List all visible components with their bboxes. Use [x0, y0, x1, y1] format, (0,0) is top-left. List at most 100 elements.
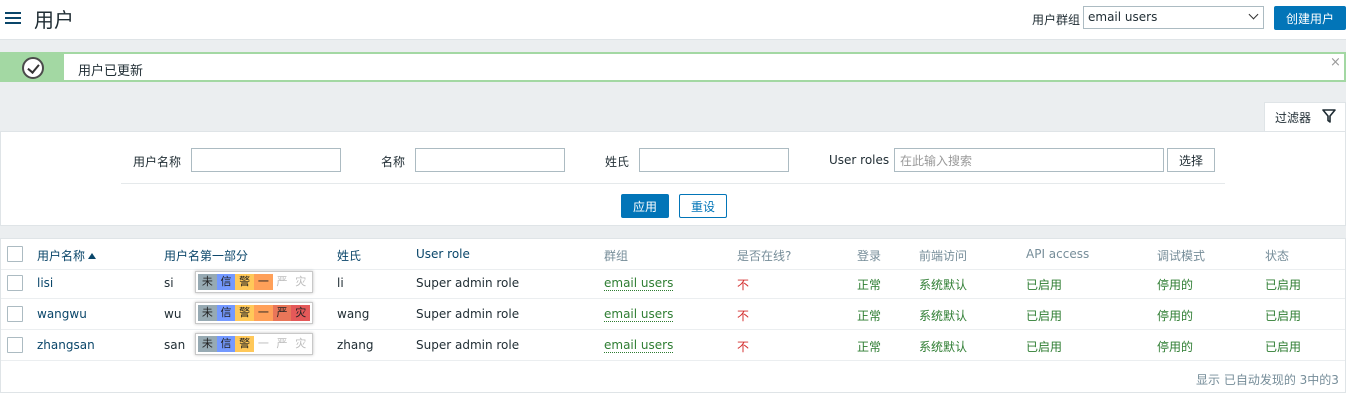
chevron-down-icon	[1248, 9, 1259, 20]
success-message: 用户已更新 ×	[0, 52, 1346, 82]
apply-button[interactable]: 应用	[621, 194, 669, 218]
severity-indicator: 未信警一严灾	[195, 302, 313, 324]
reset-button[interactable]: 重设	[679, 194, 727, 218]
online-status: 不	[737, 340, 750, 354]
filter-divider	[121, 183, 1225, 184]
surname-filter-input[interactable]	[639, 148, 789, 172]
user-role-text: Super admin role	[416, 338, 520, 352]
message-icon-bar	[2, 54, 64, 80]
surname-filter-label: 姓氏	[605, 155, 630, 169]
first-part-text: wu	[164, 307, 182, 321]
username-link[interactable]: zhangsan	[37, 338, 95, 352]
group-link[interactable]: email users	[604, 307, 674, 322]
users-table: 用户名称 用户名第一部分 姓氏 User role 群组 是否在线? 登录 前端…	[0, 238, 1346, 393]
user-group-label: 用户群组	[1032, 13, 1081, 27]
filter-tab[interactable]: 过滤器	[1264, 102, 1346, 132]
table-row: wangwu wu 未信警一严灾 wang Super admin role e…	[1, 299, 1345, 330]
user-roles-filter-label: User roles	[829, 153, 890, 167]
severity-cell: 警	[235, 305, 255, 321]
first-part-text: si	[164, 276, 174, 290]
check-circle-icon	[22, 57, 44, 79]
column-header-user-role[interactable]: User role	[416, 247, 470, 261]
username-link[interactable]: wangwu	[37, 307, 87, 321]
frontend-access: 系统默认	[919, 340, 968, 354]
user-roles-search-input[interactable]: 在此输入搜索	[894, 148, 1164, 172]
message-text: 用户已更新	[78, 64, 144, 79]
page-title: 用户	[34, 8, 74, 32]
column-header-online: 是否在线?	[737, 249, 792, 263]
filter-icon	[1322, 109, 1336, 123]
column-header-frontend: 前端访问	[919, 249, 968, 263]
column-header-status: 状态	[1265, 249, 1290, 263]
severity-cell: 信	[216, 274, 236, 290]
severity-indicator: 未信警一严灾	[195, 333, 313, 355]
severity-cell: 一	[254, 305, 273, 321]
user-group-selected: email users	[1088, 10, 1158, 24]
user-role-text: Super admin role	[416, 307, 520, 321]
severity-cell: 未	[198, 274, 217, 290]
row-checkbox[interactable]	[7, 306, 23, 322]
frontend-access: 系统默认	[919, 278, 968, 292]
group-link[interactable]: email users	[604, 276, 674, 291]
login-status: 正常	[857, 278, 882, 292]
severity-cell: 警	[235, 336, 255, 352]
online-status: 不	[737, 309, 750, 323]
select-all-checkbox[interactable]	[7, 246, 23, 262]
user-status: 已启用	[1265, 278, 1302, 292]
filter-tab-label: 过滤器	[1275, 111, 1312, 125]
debug-mode-status: 停用的	[1157, 278, 1194, 292]
page-header: 用户 用户群组 email users 创建用户	[0, 0, 1346, 40]
severity-cell: 严	[272, 336, 292, 352]
row-checkbox[interactable]	[7, 337, 23, 353]
severity-cell: 严	[272, 274, 292, 290]
column-header-first-part[interactable]: 用户名第一部分	[164, 247, 248, 264]
api-access-status: 已启用	[1026, 278, 1063, 292]
surname-text: li	[337, 276, 344, 290]
first-part-text: san	[164, 338, 186, 352]
surname-text: wang	[337, 307, 370, 321]
column-header-api: API access	[1026, 247, 1090, 261]
name-filter-input[interactable]	[415, 148, 565, 172]
severity-cell: 灾	[291, 336, 311, 352]
table-row: zhangsan san 未信警一严灾 zhang Super admin ro…	[1, 330, 1345, 361]
username-filter-label: 用户名称	[133, 155, 182, 169]
column-header-username[interactable]: 用户名称	[37, 247, 97, 264]
group-link[interactable]: email users	[604, 338, 674, 353]
user-status: 已启用	[1265, 309, 1302, 323]
severity-indicator: 未信警一严灾	[195, 271, 313, 293]
menu-icon[interactable]	[5, 11, 21, 25]
choose-roles-button[interactable]: 选择	[1167, 148, 1215, 172]
row-checkbox[interactable]	[7, 275, 23, 291]
login-status: 正常	[857, 340, 882, 354]
column-header-groups: 群组	[604, 249, 629, 263]
severity-cell: 灾	[291, 305, 311, 321]
user-role-text: Super admin role	[416, 276, 520, 290]
column-header-login: 登录	[857, 249, 882, 263]
severity-cell: 信	[216, 305, 236, 321]
severity-cell: 一	[254, 274, 273, 290]
username-filter-input[interactable]	[191, 148, 341, 172]
user-status: 已启用	[1265, 340, 1302, 354]
severity-cell: 一	[254, 336, 273, 352]
close-icon[interactable]: ×	[1330, 55, 1341, 70]
severity-cell: 未	[198, 305, 217, 321]
table-header-row: 用户名称 用户名第一部分 姓氏 User role 群组 是否在线? 登录 前端…	[1, 239, 1345, 270]
severity-cell: 严	[272, 305, 292, 321]
debug-mode-status: 停用的	[1157, 309, 1194, 323]
filter-panel: 用户名称 名称 姓氏 User roles 在此输入搜索 选择 应用 重设	[0, 131, 1346, 226]
severity-cell: 警	[235, 274, 255, 290]
api-access-status: 已启用	[1026, 340, 1063, 354]
sort-asc-icon	[88, 253, 97, 259]
column-header-debug: 调试模式	[1157, 249, 1206, 263]
table-footer-count: 显示 已自动发现的 3中的3	[1196, 373, 1339, 387]
login-status: 正常	[857, 309, 882, 323]
user-group-select[interactable]: email users	[1083, 6, 1264, 29]
column-header-surname[interactable]: 姓氏	[337, 247, 361, 264]
surname-text: zhang	[337, 338, 374, 352]
severity-cell: 灾	[291, 274, 311, 290]
severity-cell: 信	[216, 336, 236, 352]
username-link[interactable]: lisi	[37, 276, 53, 290]
create-user-button[interactable]: 创建用户	[1274, 6, 1346, 30]
online-status: 不	[737, 278, 750, 292]
frontend-access: 系统默认	[919, 309, 968, 323]
